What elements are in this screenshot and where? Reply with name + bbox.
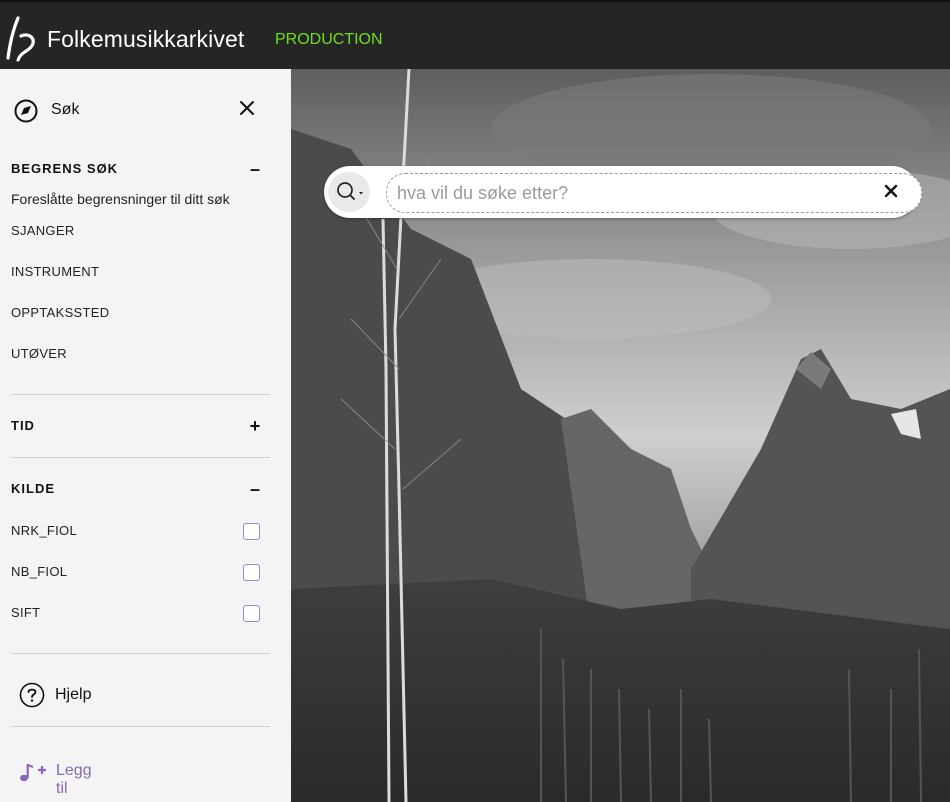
help-label: Hjelp bbox=[55, 686, 92, 703]
facet-utover[interactable]: UTØVER bbox=[11, 346, 67, 361]
music-note-plus-icon bbox=[20, 764, 46, 782]
search-sidebar: Søk BEGRENS SØK – Foreslåtte begrensning… bbox=[0, 69, 291, 802]
source-label-nb-fiol: NB_FIOL bbox=[11, 564, 68, 579]
source-label-nrk-fiol: NRK_FIOL bbox=[11, 523, 77, 538]
divider bbox=[11, 726, 270, 727]
help-circle-icon bbox=[19, 682, 45, 708]
search-type-dropdown[interactable] bbox=[328, 172, 370, 212]
search-bar bbox=[324, 166, 922, 218]
facet-opptakssted[interactable]: OPPTAKSSTED bbox=[11, 305, 109, 320]
source-checkbox-nb-fiol[interactable] bbox=[243, 564, 260, 581]
divider bbox=[11, 457, 270, 458]
sidebar-title: Søk bbox=[51, 101, 80, 118]
search-icon bbox=[337, 182, 363, 200]
collapse-begrens-button[interactable]: – bbox=[246, 160, 264, 178]
suggestion-hint: Foreslåtte begrensninger til ditt søk bbox=[11, 191, 230, 207]
environment-label: PRODUCTION bbox=[275, 31, 383, 48]
archive-logo-icon[interactable] bbox=[4, 14, 40, 62]
close-sidebar-icon[interactable] bbox=[237, 98, 257, 118]
top-bar: Folkemusikkarkivet PRODUCTION bbox=[0, 0, 950, 69]
source-checkbox-sift[interactable] bbox=[243, 605, 260, 622]
app-title: Folkemusikkarkivet bbox=[47, 26, 245, 52]
facet-sjanger[interactable]: SJANGER bbox=[11, 223, 75, 238]
add-label: Legg til bbox=[56, 762, 92, 797]
divider bbox=[11, 653, 270, 654]
section-title-tid: TID bbox=[11, 418, 35, 433]
clear-search-icon[interactable] bbox=[884, 184, 898, 198]
collapse-kilde-button[interactable]: – bbox=[246, 480, 264, 498]
section-title-begrens: BEGRENS SØK bbox=[11, 161, 119, 176]
source-label-sift: SIFT bbox=[11, 605, 41, 620]
expand-tid-button[interactable]: + bbox=[246, 417, 264, 435]
source-checkbox-nrk-fiol[interactable] bbox=[243, 523, 260, 540]
facet-instrument[interactable]: INSTRUMENT bbox=[11, 264, 99, 279]
search-input[interactable] bbox=[386, 173, 922, 213]
compass-icon bbox=[14, 99, 38, 123]
section-title-kilde: KILDE bbox=[11, 481, 55, 496]
divider bbox=[11, 394, 270, 395]
